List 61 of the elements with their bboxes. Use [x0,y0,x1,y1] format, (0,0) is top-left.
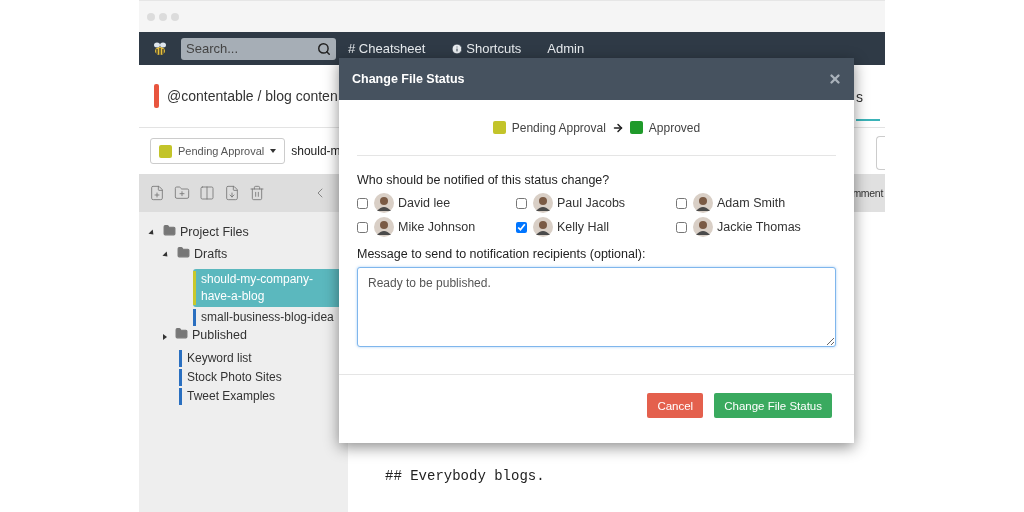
folder-icon [177,246,190,259]
avatar-icon [533,217,553,237]
project-marker [154,84,159,108]
message-field[interactable]: Ready to be published. [357,267,836,347]
folder-label[interactable]: Published [192,327,247,343]
recipient-name: Kelly Hall [557,220,610,234]
checkbox[interactable] [516,221,527,233]
checkbox[interactable] [516,197,527,209]
nav-link[interactable]: Admin [547,41,585,56]
tab[interactable]: s [856,89,880,121]
nav-link[interactable]: # Cheatsheet [348,41,426,56]
checkbox[interactable] [676,221,687,233]
project-title: @contentable / blog conten [167,88,338,104]
editor-text: ## Everybody blogs. [385,468,546,484]
file-item[interactable]: small-business-blog-idea [193,309,348,326]
nav-link[interactable]: Shortcuts [451,41,522,56]
close-button[interactable] [828,72,842,86]
checkbox[interactable] [676,197,687,209]
checkbox[interactable] [357,221,368,233]
expand-toggle[interactable] [163,334,167,340]
avatar-icon [693,193,713,213]
folder-label[interactable]: Project Files [180,224,249,240]
folder-label[interactable]: Drafts [194,246,228,262]
search-input[interactable]: Search... [186,41,306,56]
folder-icon [163,224,176,237]
expand-toggle[interactable] [148,229,156,237]
recipient-name: Adam Smith [717,196,786,210]
search-field[interactable]: Search... [181,37,336,60]
message-label: Message to send to notification recipients (optional): [357,247,647,261]
expand-toggle[interactable] [162,251,170,259]
arrow-icon [611,121,624,134]
avatar-icon [374,193,394,213]
recipient-name: Paul Jacobs [557,196,626,210]
question-label: Who should be notified of this status change? [357,173,611,187]
checkbox[interactable] [357,197,368,209]
avatar-icon [374,217,394,237]
status-dropdown[interactable]: Pending Approval [150,138,286,164]
window-dot [171,12,179,21]
file-item[interactable]: Tweet Examples [179,388,348,405]
panel-icon[interactable] [199,185,215,201]
avatar-icon [533,193,553,213]
avatar-icon [693,217,713,237]
recipient-name: David lee [398,196,451,210]
status-label: Approved [648,120,701,135]
file-item[interactable]: Stock Photo Sites [179,369,348,386]
window-dot [147,12,155,21]
info-icon [451,42,464,55]
download-icon[interactable] [224,185,240,201]
new-file-icon[interactable] [149,185,165,201]
file-item[interactable]: Keyword list [179,350,348,367]
file-name: should-m [291,144,341,158]
recipient-name: Jackie Thomas [717,220,801,234]
search-icon [317,41,331,56]
folder-icon [175,327,188,340]
recipient-name: Mike Johnson [398,220,476,234]
dialog-title: Change File Status [352,72,465,86]
window-dot [159,12,167,21]
new-folder-icon[interactable] [174,185,190,201]
input-field[interactable] [876,136,885,170]
trash-icon[interactable] [249,185,265,201]
status-label: Pending Approval [511,120,606,135]
